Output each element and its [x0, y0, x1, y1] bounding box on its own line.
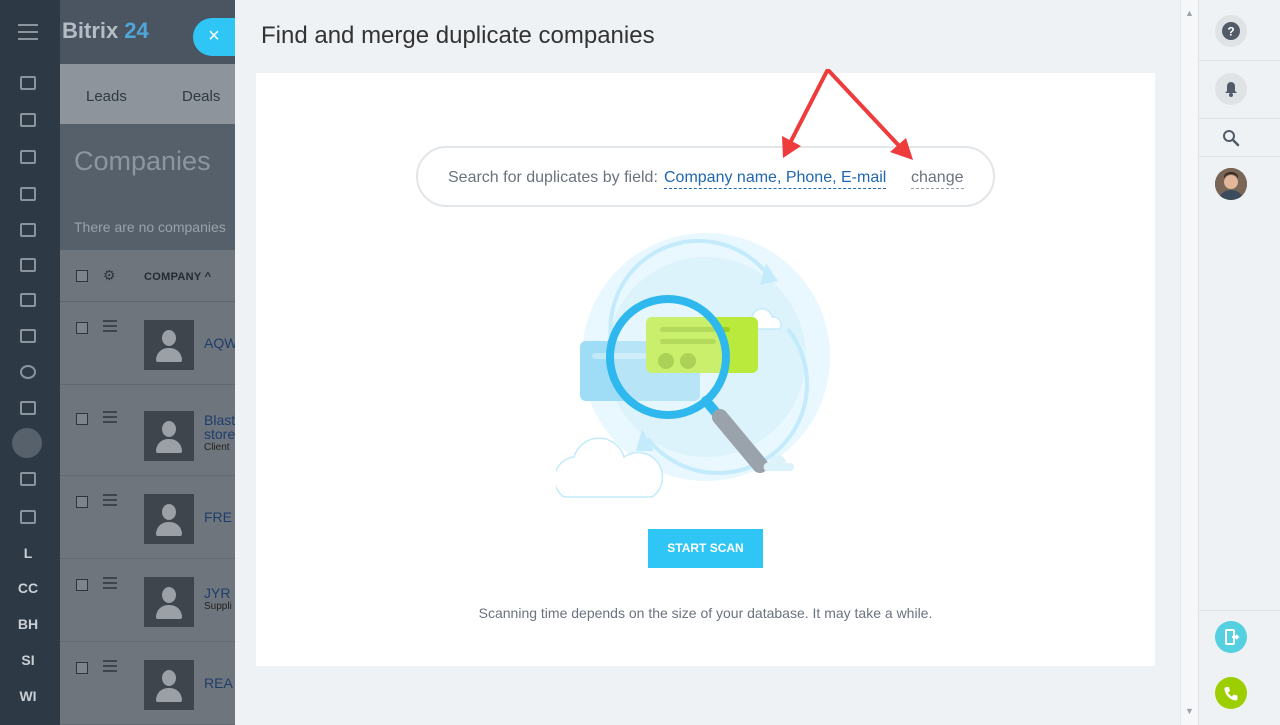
- exit-icon: [1225, 629, 1240, 645]
- sidebar-label[interactable]: WI: [0, 688, 56, 704]
- left-sidebar: L CC BH SI WI: [0, 0, 60, 725]
- start-scan-button[interactable]: START SCAN: [648, 529, 763, 568]
- company-name[interactable]: FRE: [204, 510, 232, 524]
- close-icon: ×: [208, 25, 220, 47]
- apps-icon[interactable]: [20, 293, 36, 307]
- company-name[interactable]: AQW: [204, 336, 237, 350]
- sites-icon[interactable]: [20, 472, 36, 486]
- user-avatar[interactable]: [1215, 168, 1247, 200]
- sidebar-label[interactable]: L: [0, 545, 56, 561]
- company-name[interactable]: REA: [204, 676, 233, 690]
- company-avatar: [144, 660, 194, 710]
- row-checkbox[interactable]: [76, 413, 88, 425]
- table-row[interactable]: AQW: [60, 302, 240, 385]
- time-icon[interactable]: [20, 365, 36, 379]
- row-menu-icon[interactable]: [103, 660, 117, 675]
- crm-active-icon[interactable]: [12, 428, 42, 458]
- tab-leads[interactable]: Leads: [86, 88, 127, 105]
- search-button[interactable]: [1215, 122, 1247, 154]
- sidebar-label[interactable]: SI: [0, 652, 56, 668]
- notifications-button[interactable]: [1215, 73, 1247, 105]
- table-row[interactable]: Blast store Client: [60, 393, 240, 476]
- row-checkbox[interactable]: [76, 322, 88, 334]
- company-column-header[interactable]: COMPANY ^: [144, 271, 211, 283]
- company-type: Client: [204, 442, 230, 453]
- grid-header: ⚙ COMPANY ^: [60, 250, 240, 302]
- row-menu-icon[interactable]: [103, 320, 117, 335]
- brand-name: Bitrix: [62, 18, 119, 43]
- groups-icon[interactable]: [20, 187, 36, 201]
- sync-icon[interactable]: [20, 329, 36, 343]
- scroll-up-icon[interactable]: ▲: [1185, 8, 1194, 18]
- rail-divider: [1199, 118, 1280, 119]
- help-icon: ?: [1222, 22, 1240, 40]
- bell-icon: [1225, 82, 1237, 97]
- empty-text: There are no companies: [74, 219, 226, 235]
- company-name-line2: store: [204, 426, 236, 442]
- company-type: Suppli: [204, 601, 232, 612]
- sidebar-label[interactable]: CC: [0, 580, 56, 596]
- scroll-down-icon[interactable]: ▼: [1185, 706, 1194, 716]
- table-row[interactable]: JYR Suppli: [60, 559, 240, 642]
- company-avatar: [144, 577, 194, 627]
- page-title: Companies: [74, 146, 211, 176]
- brand-number: 24: [124, 18, 149, 43]
- calendar-icon[interactable]: [20, 258, 36, 272]
- help-glyph: ?: [1227, 25, 1234, 39]
- chat-icon[interactable]: [20, 150, 36, 164]
- table-row[interactable]: REA: [60, 642, 240, 725]
- duplicate-slider: Find and merge duplicate companies Searc…: [235, 0, 1198, 725]
- right-rail: ▲ ▼ ?: [1180, 0, 1280, 725]
- sidebar-label[interactable]: BH: [0, 616, 56, 632]
- rail-divider: [1199, 156, 1280, 157]
- user-avatar-icon: [1215, 168, 1247, 200]
- search-fields-link[interactable]: Company name, Phone, E-mail: [664, 169, 887, 189]
- scan-illustration: [556, 233, 830, 498]
- feed-icon[interactable]: [20, 76, 36, 90]
- company-avatar: [144, 320, 194, 370]
- change-link[interactable]: change: [911, 169, 964, 189]
- rail-divider: [1199, 60, 1280, 61]
- rail-divider: [1199, 610, 1280, 611]
- brand-logo: Bitrix 24: [62, 18, 149, 44]
- company-avatar: [144, 411, 194, 461]
- help-button[interactable]: ?: [1215, 15, 1247, 47]
- select-all-checkbox[interactable]: [76, 270, 88, 282]
- drive-icon[interactable]: [20, 223, 36, 237]
- search-field-selector: Search for duplicates by field: Company …: [416, 146, 995, 207]
- phone-icon: [1224, 687, 1238, 701]
- row-menu-icon[interactable]: [103, 494, 117, 509]
- row-menu-icon[interactable]: [103, 577, 117, 592]
- tasks-icon[interactable]: [20, 113, 36, 127]
- search-icon: [1223, 130, 1240, 147]
- row-menu-icon[interactable]: [103, 411, 117, 426]
- company-name[interactable]: JYR Suppli: [204, 586, 232, 614]
- menu-icon[interactable]: [18, 24, 38, 40]
- contact-center-icon[interactable]: [20, 510, 36, 524]
- telephony-icon[interactable]: [20, 401, 36, 415]
- row-checkbox[interactable]: [76, 579, 88, 591]
- crm-tabs: Leads Deals: [60, 64, 240, 124]
- slider-title: Find and merge duplicate companies: [261, 22, 655, 49]
- tab-deals[interactable]: Deals: [182, 88, 220, 105]
- exit-button[interactable]: [1215, 621, 1247, 653]
- gear-icon[interactable]: ⚙: [103, 267, 116, 284]
- company-avatar: [144, 494, 194, 544]
- scan-card: Search for duplicates by field: Company …: [256, 73, 1155, 666]
- row-checkbox[interactable]: [76, 662, 88, 674]
- scan-time-note: Scanning time depends on the size of you…: [478, 605, 933, 621]
- row-checkbox[interactable]: [76, 496, 88, 508]
- slider-scrollbar[interactable]: ▲ ▼: [1180, 0, 1198, 725]
- company-name-line1: JYR: [204, 585, 231, 601]
- company-name[interactable]: Blast store Client: [204, 413, 235, 455]
- phone-button[interactable]: [1215, 677, 1247, 709]
- search-label: Search for duplicates by field:: [448, 169, 658, 186]
- close-slider-button[interactable]: ×: [193, 18, 235, 56]
- table-row[interactable]: FRE: [60, 476, 240, 559]
